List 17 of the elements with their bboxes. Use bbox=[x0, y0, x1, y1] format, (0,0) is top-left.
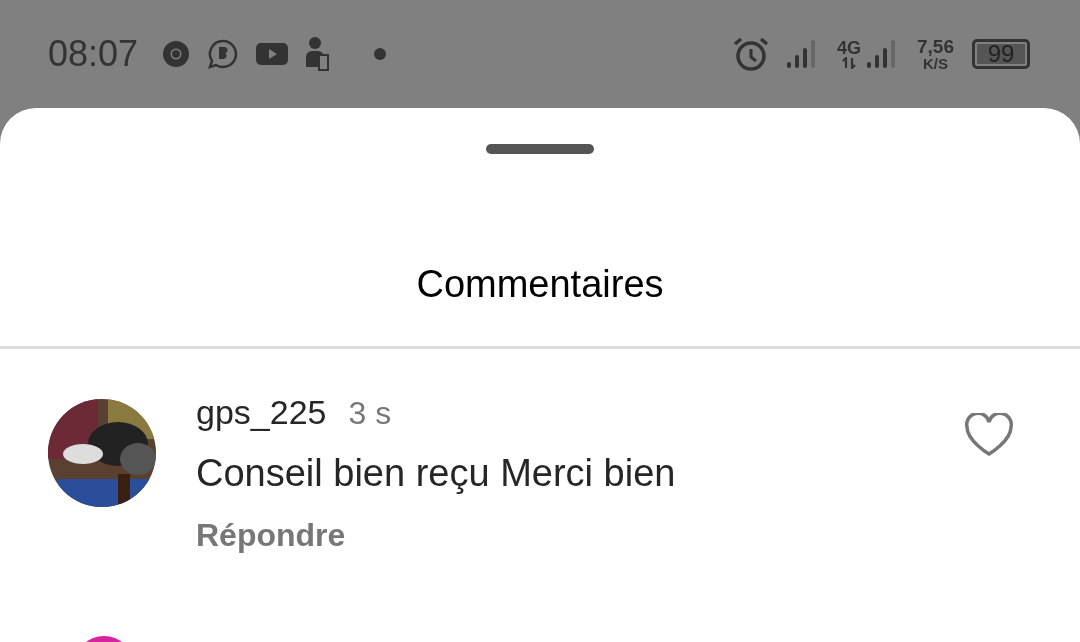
chat-bubble-icon bbox=[208, 39, 239, 69]
dot-icon bbox=[374, 48, 387, 60]
data-arrows-icon bbox=[842, 57, 856, 69]
speed-value: 7,56 bbox=[917, 37, 954, 56]
person-phone-icon bbox=[306, 37, 331, 71]
play-icon bbox=[256, 43, 289, 65]
comment-author[interactable]: gps_225 bbox=[196, 393, 327, 432]
network-type: 4G bbox=[837, 39, 861, 57]
heart-icon[interactable] bbox=[964, 413, 1014, 457]
alarm-icon bbox=[733, 36, 769, 72]
reply-link[interactable]: Répondre bbox=[196, 517, 346, 554]
speed-unit: K/S bbox=[923, 56, 948, 71]
drag-handle[interactable] bbox=[486, 144, 594, 154]
comment-age: 3 s bbox=[348, 395, 392, 432]
comment-text: Conseil bien reçu Merci bien bbox=[196, 452, 677, 495]
status-time: 08:07 bbox=[48, 33, 139, 75]
sheet-title: Commentaires bbox=[415, 264, 665, 304]
